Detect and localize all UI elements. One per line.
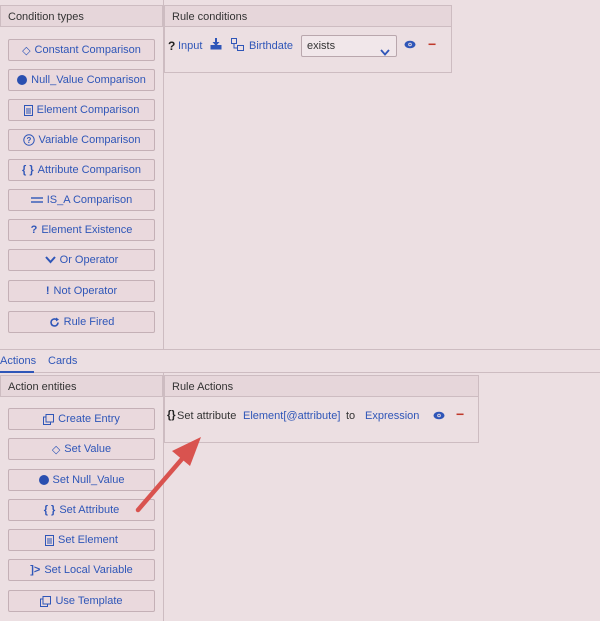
annotation-arrow: [135, 437, 201, 513]
